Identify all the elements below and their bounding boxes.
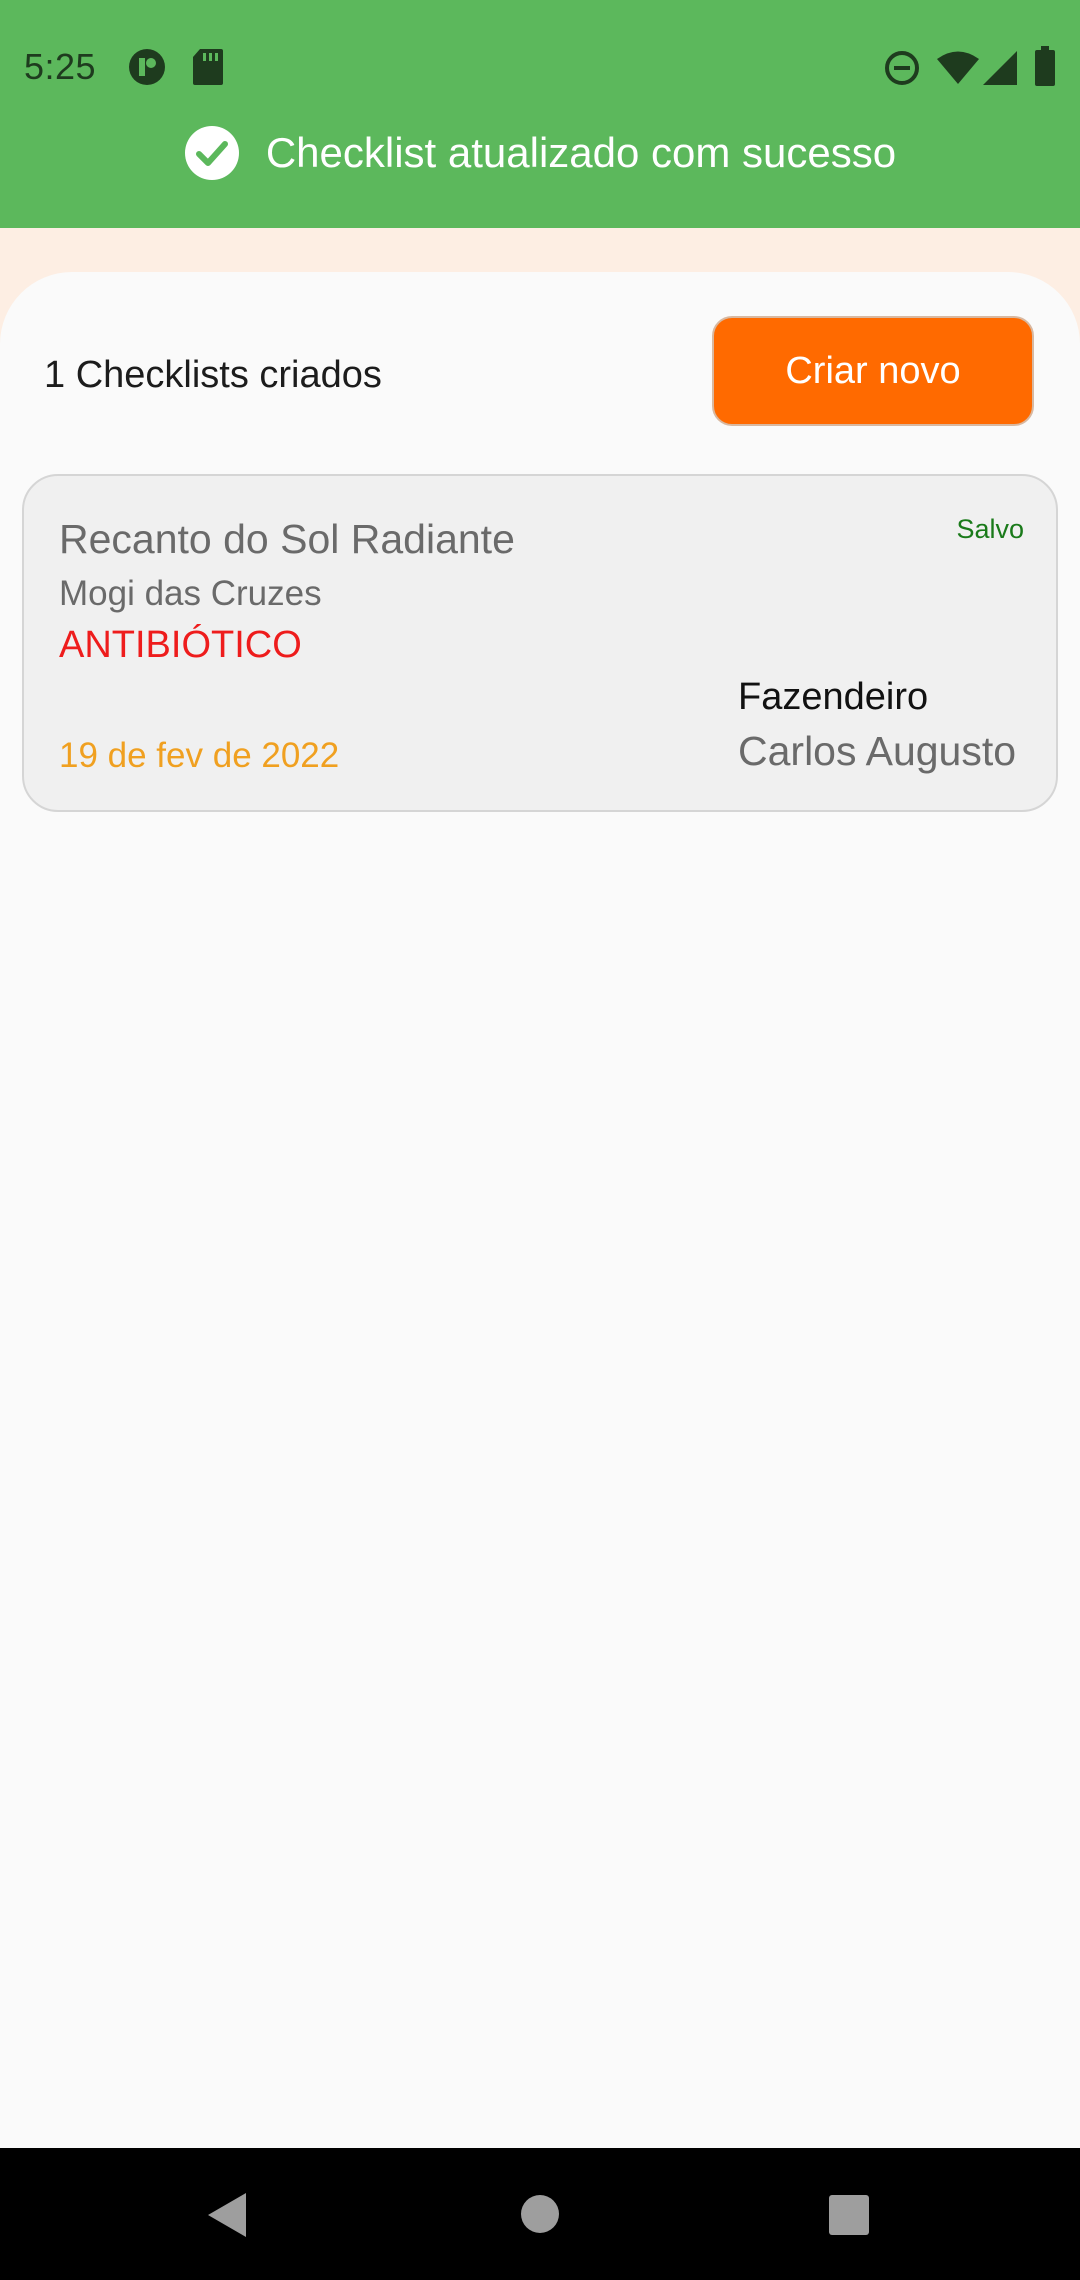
status-time: 5:25 — [24, 46, 97, 87]
toast-message: Checklist atualizado com sucesso — [265, 129, 897, 176]
success-toast: Checklist atualizado com sucesso — [0, 118, 1080, 188]
status-bar: 5:25 — [0, 0, 1080, 134]
cell-signal-icon — [983, 51, 1017, 85]
navigation-bar — [0, 2148, 1080, 2280]
battery-icon — [1035, 46, 1055, 86]
home-icon[interactable] — [520, 2194, 560, 2234]
checklist-sheet: 1 Checklists criados Criar novo Recanto … — [0, 272, 1080, 2148]
person-name: Carlos Augusto — [738, 728, 1017, 774]
recents-icon[interactable] — [828, 2194, 870, 2236]
role-label: Fazendeiro — [738, 676, 929, 718]
category-label: ANTIBIÓTICO — [59, 624, 302, 666]
sd-card-icon — [193, 49, 223, 85]
farm-name: Recanto do Sol Radiante — [59, 516, 515, 562]
city-name: Mogi das Cruzes — [59, 574, 322, 613]
check-circle-icon — [184, 126, 239, 180]
create-new-button[interactable]: Criar novo — [712, 316, 1034, 426]
top-banner: 5:25 Checklist atualizado com sucesso — [0, 0, 1080, 228]
back-icon[interactable] — [204, 2190, 250, 2240]
checklist-count-label: 1 Checklists criados — [44, 354, 382, 396]
do-not-disturb-icon — [885, 51, 919, 85]
checklist-card[interactable]: Recanto do Sol Radiante Mogi das Cruzes … — [22, 474, 1058, 812]
checklist-date: 19 de fev de 2022 — [59, 736, 340, 775]
app-notification-icon — [129, 49, 165, 85]
wifi-icon — [937, 51, 979, 84]
status-badge: Salvo — [956, 514, 1024, 544]
